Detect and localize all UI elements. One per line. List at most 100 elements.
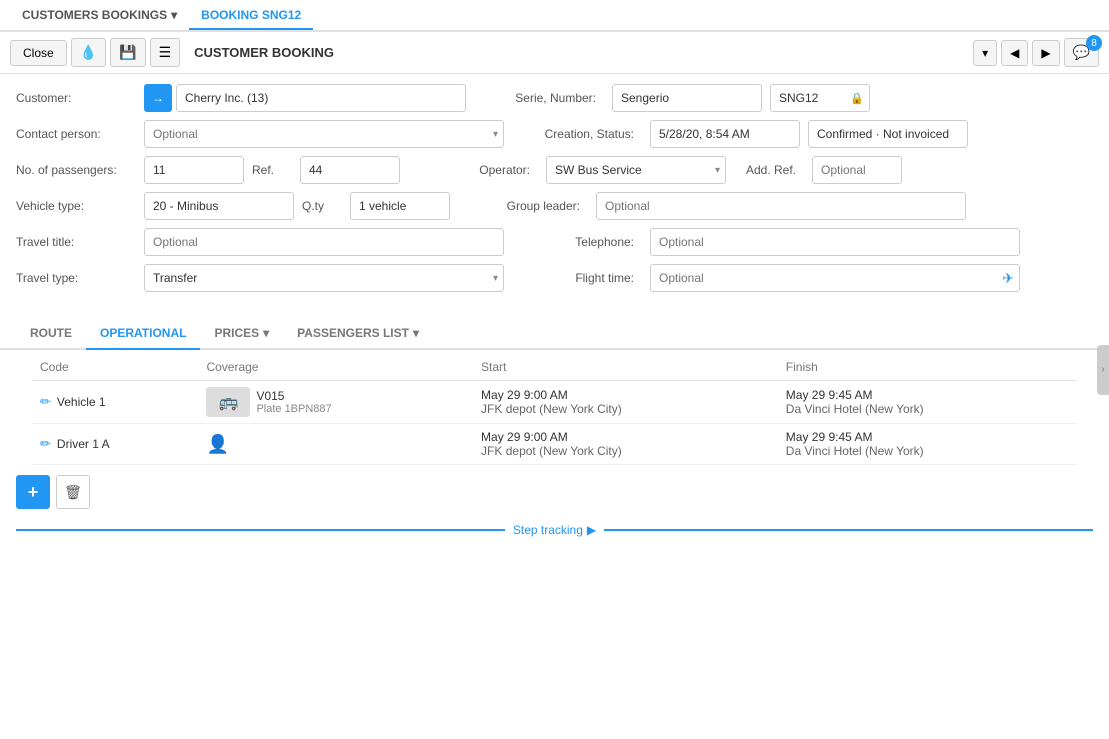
customer-row: Customer: → Serie, Number: 🔒 [16, 84, 1093, 112]
collapse-handle[interactable]: › [1097, 345, 1109, 395]
chevron-down-icon: ▾ [171, 8, 177, 22]
chevron-right-icon: ▶ [587, 523, 596, 537]
vehicle-name: V015 [256, 389, 331, 403]
travel-type-input[interactable] [144, 264, 504, 292]
comment-badge: 8 [1086, 35, 1102, 51]
col-header-coverage: Coverage [198, 354, 473, 381]
toolbar-title: CUSTOMER BOOKING [184, 45, 969, 60]
droplet-icon: 💧 [80, 44, 97, 61]
driver-person-icon: 👤 [206, 434, 228, 454]
driver-finish-location: Da Vinci Hotel (New York) [786, 444, 1069, 458]
contact-label: Contact person: [16, 127, 136, 141]
customer-arrow-btn[interactable]: → [144, 84, 172, 112]
qty-input[interactable] [350, 192, 450, 220]
tab-route[interactable]: ROUTE [16, 318, 86, 350]
creation-status-label: Creation, Status: [512, 127, 642, 141]
chevron-right-icon: ▶ [1041, 46, 1050, 60]
col-header-code: Code [32, 354, 198, 381]
vehicle-start-location: JFK depot (New York City) [481, 402, 770, 416]
comment-button[interactable]: 💬 8 [1064, 38, 1099, 67]
close-label: Close [23, 46, 54, 60]
tab-passengers-list[interactable]: PASSENGERS LIST ▾ [283, 318, 433, 350]
chevron-down-icon: ▾ [982, 46, 988, 60]
qty-label: Q.ty [302, 199, 342, 213]
next-button[interactable]: ▶ [1032, 40, 1059, 66]
menu-icon: ☰ [159, 44, 172, 61]
chevron-right-icon: › [1101, 364, 1104, 375]
tab-prices[interactable]: PRICES ▾ [200, 318, 283, 350]
travel-title-label: Travel title: [16, 235, 136, 249]
water-icon-button[interactable]: 💧 [71, 38, 106, 67]
travel-type-label: Travel type: [16, 271, 136, 285]
close-button[interactable]: Close [10, 40, 67, 66]
toolbar: Close 💧 💾 ☰ CUSTOMER BOOKING ▾ ◀ ▶ 💬 8 [0, 32, 1109, 74]
nav-booking-sng12[interactable]: BOOKING SNG12 [189, 2, 313, 30]
action-buttons: + 🗑 [0, 465, 1109, 519]
driver-coverage-cell: 👤 [198, 424, 473, 465]
add-ref-label: Add. Ref. [734, 163, 804, 177]
group-leader-input[interactable] [596, 192, 966, 220]
status-input[interactable] [808, 120, 968, 148]
vehicle-type-row: Vehicle type: Q.ty Group leader: [16, 192, 1093, 220]
save-button[interactable]: 💾 [110, 38, 145, 67]
add-row-button[interactable]: + [16, 475, 50, 509]
driver-finish-time: May 29 9:45 AM [786, 430, 1069, 444]
vehicle-code-cell: ✏ Vehicle 1 [32, 381, 198, 424]
trash-icon: 🗑 [64, 484, 82, 501]
customer-input[interactable] [176, 84, 466, 112]
step-line-right [604, 529, 1093, 531]
contact-row: Contact person: ▾ Creation, Status: [16, 120, 1093, 148]
chevron-left-icon: ◀ [1010, 46, 1019, 60]
tabs-bar: ROUTE OPERATIONAL PRICES ▾ PASSENGERS LI… [0, 318, 1109, 350]
operator-input[interactable] [546, 156, 726, 184]
driver-start-time: May 29 9:00 AM [481, 430, 770, 444]
dropdown-button[interactable]: ▾ [973, 40, 997, 66]
vehicle-type-input[interactable] [144, 192, 294, 220]
telephone-input[interactable] [650, 228, 1020, 256]
vehicle-coverage-cell: 🚌 V015 Plate 1BPN887 [198, 381, 473, 424]
edit-driver-icon[interactable]: ✏ [40, 436, 51, 452]
form-area: Customer: → Serie, Number: 🔒 Contact per… [0, 74, 1109, 310]
travel-title-input[interactable] [144, 228, 504, 256]
step-tracking-label[interactable]: Step tracking ▶ [513, 523, 596, 537]
vehicle-finish-time: May 29 9:45 AM [786, 388, 1069, 402]
table-row: ✏ Vehicle 1 🚌 V015 Plate 1BPN887 May 29 … [32, 381, 1077, 424]
operator-label: Operator: [408, 163, 538, 177]
flight-time-label: Flight time: [512, 271, 642, 285]
vehicle-type-label: Vehicle type: [16, 199, 136, 213]
driver-start-cell: May 29 9:00 AM JFK depot (New York City) [473, 424, 778, 465]
flight-time-input[interactable] [650, 264, 1020, 292]
plus-icon: + [28, 482, 39, 503]
serie-input[interactable] [612, 84, 762, 112]
lock-icon: 🔒 [850, 92, 864, 105]
step-tracking: Step tracking ▶ [0, 519, 1109, 541]
top-nav: CUSTOMERS BOOKINGS ▾ BOOKING SNG12 [0, 0, 1109, 32]
group-leader-label: Group leader: [458, 199, 588, 213]
ref-input[interactable] [300, 156, 400, 184]
driver-code-cell: ✏ Driver 1 A [32, 424, 198, 465]
passengers-input[interactable] [144, 156, 244, 184]
save-icon: 💾 [119, 44, 136, 61]
prev-button[interactable]: ◀ [1001, 40, 1028, 66]
creation-input[interactable] [650, 120, 800, 148]
toolbar-right: ▾ ◀ ▶ 💬 8 [973, 38, 1099, 67]
route-table: Code Coverage Start Finish ✏ Vehicle 1 🚌 [32, 354, 1077, 465]
contact-input[interactable] [144, 120, 504, 148]
prices-dropdown-icon: ▾ [263, 326, 269, 340]
nav-customers-bookings[interactable]: CUSTOMERS BOOKINGS ▾ [10, 2, 189, 28]
passengers-row: No. of passengers: Ref. Operator: ▾ Add.… [16, 156, 1093, 184]
table-row: ✏ Driver 1 A 👤 May 29 9:00 AM JFK depot … [32, 424, 1077, 465]
tab-operational[interactable]: OPERATIONAL [86, 318, 200, 350]
vehicle-start-time: May 29 9:00 AM [481, 388, 770, 402]
passengers-dropdown-icon: ▾ [413, 326, 419, 340]
col-header-finish: Finish [778, 354, 1077, 381]
vehicle-finish-cell: May 29 9:45 AM Da Vinci Hotel (New York) [778, 381, 1077, 424]
menu-button[interactable]: ☰ [150, 38, 181, 67]
add-ref-input[interactable] [812, 156, 902, 184]
travel-title-row: Travel title: Telephone: [16, 228, 1093, 256]
edit-vehicle-icon[interactable]: ✏ [40, 394, 51, 410]
step-line-left [16, 529, 505, 531]
ref-label: Ref. [252, 163, 292, 177]
delete-row-button[interactable]: 🗑 [56, 475, 90, 509]
serie-number-label: Serie, Number: [474, 91, 604, 105]
